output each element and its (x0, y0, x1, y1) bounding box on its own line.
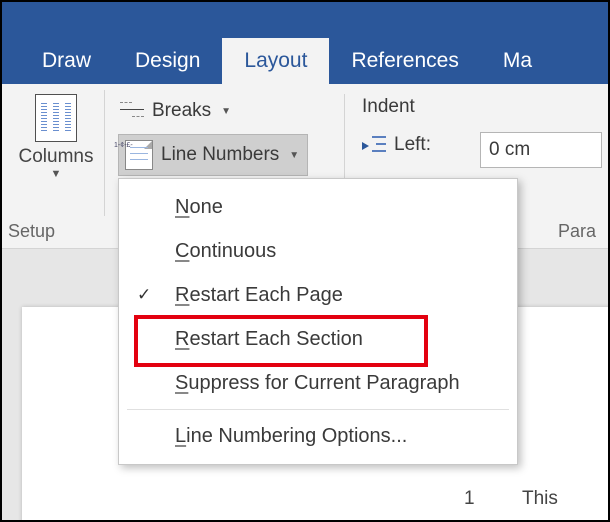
chevron-down-icon: ▼ (289, 150, 299, 161)
chevron-down-icon: ▼ (221, 106, 231, 117)
indent-heading: Indent (362, 96, 415, 118)
indent-left-icon (362, 135, 386, 155)
chevron-down-icon: ▼ (10, 168, 102, 180)
menu-item-suppress-paragraph[interactable]: Suppress for Current Paragraph (119, 361, 517, 405)
tab-design[interactable]: Design (113, 38, 222, 84)
tab-references[interactable]: References (329, 38, 480, 84)
columns-label: Columns (10, 146, 102, 168)
tab-mailings[interactable]: Ma (481, 38, 554, 84)
menu-separator (127, 409, 509, 410)
indent-left-row: Left: (362, 134, 431, 156)
menu-item-restart-each-section[interactable]: Restart Each Section (119, 317, 517, 361)
ribbon-tabs: Draw Design Layout References Ma (2, 38, 608, 84)
indent-left-label: Left: (394, 134, 431, 156)
line-number: 1 (464, 488, 475, 510)
breaks-icon (120, 100, 144, 122)
breaks-button[interactable]: Breaks ▼ (120, 94, 231, 128)
menu-item-continuous[interactable]: Continuous (119, 229, 517, 273)
title-bar (2, 2, 608, 38)
line-numbers-menu: None Continuous ✓ Restart Each Page Rest… (118, 178, 518, 465)
menu-item-none[interactable]: None (119, 185, 517, 229)
breaks-label: Breaks (152, 100, 211, 122)
line-numbers-button[interactable]: Line Numbers ▼ (118, 134, 308, 176)
app-window: Draw Design Layout References Ma Columns… (0, 0, 610, 522)
group-label-setup: Setup (8, 221, 55, 242)
group-separator (104, 90, 105, 216)
columns-icon (35, 94, 77, 142)
line-numbers-icon (125, 140, 153, 170)
document-text: This (522, 488, 558, 510)
group-label-paragraph: Para (558, 221, 596, 242)
tab-layout[interactable]: Layout (222, 38, 329, 84)
indent-left-input[interactable] (480, 132, 602, 168)
check-icon: ✓ (137, 285, 151, 305)
menu-item-line-numbering-options[interactable]: Line Numbering Options... (119, 414, 517, 458)
menu-item-restart-each-page[interactable]: ✓ Restart Each Page (119, 273, 517, 317)
tab-draw[interactable]: Draw (20, 38, 113, 84)
line-numbers-label: Line Numbers (161, 144, 279, 166)
